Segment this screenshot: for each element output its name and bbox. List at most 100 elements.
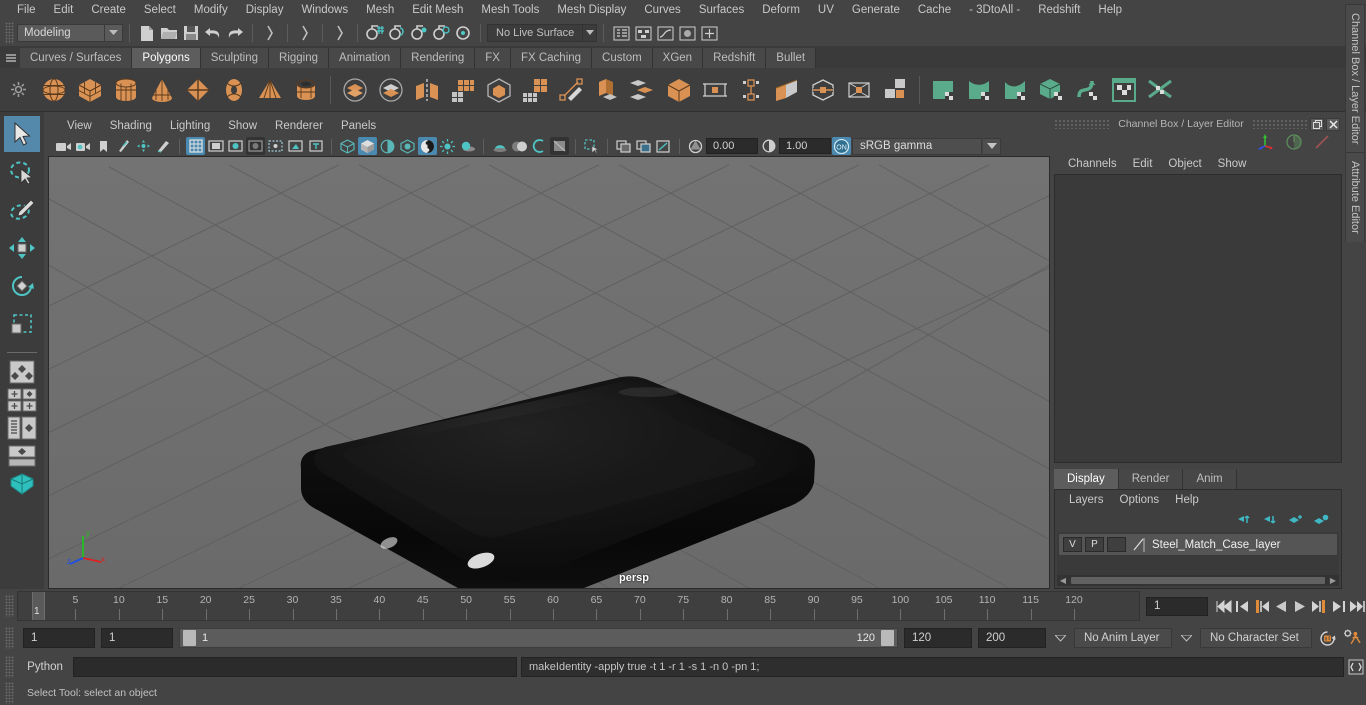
- shelf-tab-sculpting[interactable]: Sculpting: [200, 48, 270, 68]
- move-layer-up-icon[interactable]: [1235, 514, 1251, 529]
- command-line-grip[interactable]: [5, 656, 14, 678]
- poly-torus-icon[interactable]: [218, 74, 250, 106]
- range-slider[interactable]: 1 120: [179, 628, 898, 648]
- layer-tab-render[interactable]: Render: [1118, 469, 1184, 489]
- xray-active-components-icon[interactable]: [634, 137, 653, 155]
- anim-layer-dropdown-arrow[interactable]: [1052, 628, 1068, 648]
- move-tool-button[interactable]: [4, 230, 40, 266]
- character-set-field[interactable]: No Character Set: [1200, 628, 1312, 648]
- layer-menu-options[interactable]: Options: [1112, 494, 1168, 506]
- viewport-menu-panels[interactable]: Panels: [332, 120, 385, 132]
- exposure-value-field[interactable]: 0.00: [706, 138, 758, 154]
- command-language-label[interactable]: Python: [17, 661, 73, 673]
- anim-end-time-field[interactable]: 200: [978, 628, 1046, 648]
- camera-attributes-icon[interactable]: [74, 137, 93, 155]
- shelf-tab-rigging[interactable]: Rigging: [269, 48, 330, 68]
- menu-item-3dtoall[interactable]: - 3DtoAll -: [960, 0, 1029, 20]
- current-frame-field[interactable]: 1: [1146, 596, 1208, 616]
- uv-editor-icon[interactable]: [1108, 74, 1140, 106]
- animation-preferences-button[interactable]: [1343, 627, 1362, 649]
- shelf-options-gear-icon[interactable]: [0, 68, 36, 112]
- xray-display-icon[interactable]: [418, 137, 437, 155]
- viewport-menu-view[interactable]: View: [58, 120, 101, 132]
- open-graph-editor-icon[interactable]: [654, 22, 676, 44]
- multisample-aa-icon[interactable]: [530, 137, 549, 155]
- scrollbar-thumb[interactable]: [1071, 577, 1325, 584]
- menu-item-select[interactable]: Select: [135, 0, 185, 20]
- create-layer-from-selected-icon[interactable]: [1313, 514, 1329, 529]
- shadows-icon[interactable]: [458, 137, 477, 155]
- shelf-tab-polygons[interactable]: Polygons: [132, 48, 201, 68]
- ambient-occlusion-icon[interactable]: [490, 137, 509, 155]
- uv-cut-sew-icon[interactable]: [1144, 74, 1176, 106]
- channel-box-list[interactable]: [1054, 174, 1342, 463]
- channel-box-menu-show[interactable]: Show: [1210, 158, 1255, 170]
- uv-automatic-icon[interactable]: [1036, 74, 1068, 106]
- view-transform-toggle[interactable]: ON: [832, 137, 851, 155]
- scroll-right-arrow[interactable]: ▶: [1327, 575, 1339, 586]
- selection-mode-hierarchy-icon[interactable]: [259, 22, 281, 44]
- menu-item-deform[interactable]: Deform: [753, 0, 809, 20]
- layer-shading-toggle[interactable]: [1107, 537, 1126, 552]
- menu-item-create[interactable]: Create: [82, 0, 135, 20]
- layer-tab-anim[interactable]: Anim: [1183, 469, 1237, 489]
- shelf-tab-rendering[interactable]: Rendering: [401, 48, 476, 68]
- menu-item-modify[interactable]: Modify: [185, 0, 237, 20]
- save-scene-icon[interactable]: [180, 22, 202, 44]
- poly-sphere-icon[interactable]: [38, 74, 70, 106]
- menu-item-mesh-tools[interactable]: Mesh Tools: [472, 0, 548, 20]
- go-to-start-button[interactable]: [1214, 595, 1233, 617]
- poly-cylinder-icon[interactable]: [110, 74, 142, 106]
- menu-item-file[interactable]: File: [8, 0, 45, 20]
- rotate-tool-button[interactable]: [4, 268, 40, 304]
- snap-to-grid-icon[interactable]: [364, 22, 386, 44]
- time-slider[interactable]: 1 5 10 15 20 25 30 35 40 45 50 55 60 65 70 75 80 85 90 95 1…: [17, 591, 1140, 621]
- grid-toggle-icon[interactable]: [186, 137, 205, 155]
- outliner-persp-layout-button[interactable]: [5, 415, 39, 441]
- move-layer-down-icon[interactable]: [1261, 514, 1277, 529]
- status-line-grip[interactable]: [5, 22, 14, 44]
- playback-end-time-field[interactable]: 120: [904, 628, 972, 648]
- separate-icon[interactable]: [375, 74, 407, 106]
- new-scene-icon[interactable]: [136, 22, 158, 44]
- channel-box-menu-object[interactable]: Object: [1160, 158, 1209, 170]
- panel-undock-button[interactable]: [1310, 117, 1324, 131]
- booleans-icon[interactable]: [483, 74, 515, 106]
- range-slider-grip[interactable]: [5, 627, 14, 649]
- shelf-tab-animation[interactable]: Animation: [329, 48, 402, 68]
- menu-set-selector[interactable]: Modeling: [17, 24, 105, 42]
- layer-list[interactable]: V P Steel_Match_Case_layer: [1057, 532, 1339, 575]
- color-space-dropdown-arrow[interactable]: [983, 137, 1001, 155]
- lasso-select-tool-button[interactable]: [4, 154, 40, 190]
- poly-pyramid-icon[interactable]: [254, 74, 286, 106]
- menu-item-mesh[interactable]: Mesh: [357, 0, 403, 20]
- layer-list-horizontal-scrollbar[interactable]: ◀ ▶: [1057, 575, 1339, 586]
- open-outliner-icon[interactable]: [610, 22, 632, 44]
- target-weld-icon[interactable]: [843, 74, 875, 106]
- view-transform-icon[interactable]: [654, 137, 673, 155]
- live-surface-dropdown-arrow[interactable]: [583, 24, 598, 42]
- viewport-menu-lighting[interactable]: Lighting: [161, 120, 219, 132]
- menu-item-redshift[interactable]: Redshift: [1029, 0, 1089, 20]
- viewport-menu-show[interactable]: Show: [219, 120, 266, 132]
- time-slider-grip[interactable]: [5, 595, 14, 617]
- layer-menu-layers[interactable]: Layers: [1061, 494, 1112, 506]
- help-line-grip[interactable]: [5, 682, 14, 704]
- persp-graph-layout-button[interactable]: [5, 443, 39, 469]
- gamma-icon[interactable]: [759, 137, 778, 155]
- step-back-frame-button[interactable]: [1233, 595, 1252, 617]
- shelf-tab-fx[interactable]: FX: [475, 48, 511, 68]
- range-slider-left-handle[interactable]: [183, 630, 196, 646]
- menu-item-help[interactable]: Help: [1089, 0, 1131, 20]
- combine-icon[interactable]: [339, 74, 371, 106]
- snap-to-projected-center-icon[interactable]: [430, 22, 452, 44]
- layer-tab-display[interactable]: Display: [1054, 469, 1119, 489]
- channel-box-menu-channels[interactable]: Channels: [1060, 158, 1125, 170]
- shelf-tab-fx-caching[interactable]: FX Caching: [510, 48, 593, 68]
- step-forward-frame-button[interactable]: [1328, 595, 1347, 617]
- extract-icon[interactable]: [447, 74, 479, 106]
- auto-keyframe-toggle[interactable]: [1318, 627, 1337, 649]
- layer-row-steel-match-case[interactable]: V P Steel_Match_Case_layer: [1059, 534, 1337, 555]
- shelf-tab-redshift[interactable]: Redshift: [703, 48, 767, 68]
- xray-joints-icon[interactable]: [614, 137, 633, 155]
